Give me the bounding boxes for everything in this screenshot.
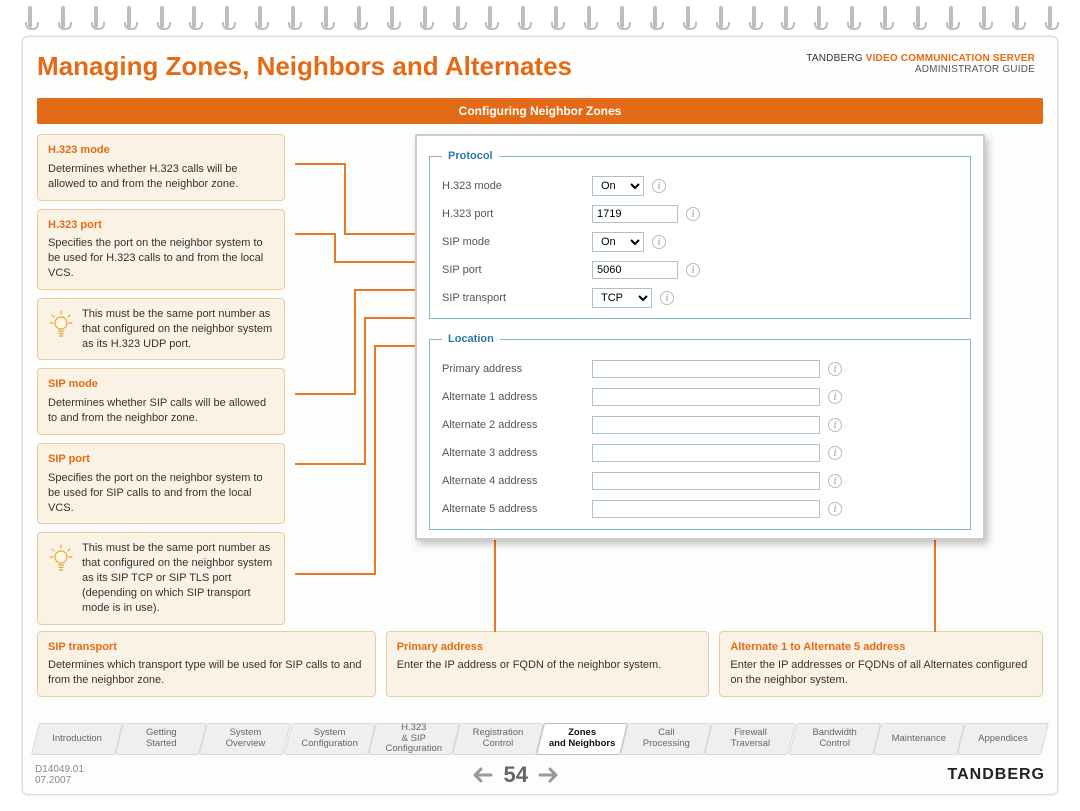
input-primary[interactable]	[592, 360, 820, 378]
info-icon[interactable]: i	[828, 362, 842, 376]
tab-getting-started[interactable]: GettingStarted	[119, 720, 203, 758]
input-sip-port[interactable]	[592, 261, 678, 279]
note-h323-mode: H.323 mode Determines whether H.323 call…	[37, 134, 285, 201]
tip-h323: This must be the same port number as tha…	[37, 298, 285, 361]
input-alt2[interactable]	[592, 416, 820, 434]
label-sip-transport: SIP transport	[442, 292, 592, 304]
select-sip-transport[interactable]: TCP	[592, 288, 652, 308]
label-h323-mode: H.323 mode	[442, 180, 592, 192]
info-icon[interactable]: i	[652, 235, 666, 249]
info-icon[interactable]: i	[828, 446, 842, 460]
fieldset-location: Location Primary address i Alternate 1 a…	[429, 333, 971, 530]
note-alternate-addresses: Alternate 1 to Alternate 5 address Enter…	[719, 631, 1043, 698]
tab-firewall-traversal[interactable]: FirewallTraversal	[708, 720, 792, 758]
legend-location: Location	[442, 333, 500, 345]
select-sip-mode[interactable]: On	[592, 232, 644, 252]
footer-doc-info: D14049.01 07.2007	[35, 764, 84, 786]
label-alt1: Alternate 1 address	[442, 391, 592, 403]
tab-appendices[interactable]: Appendices	[961, 720, 1045, 758]
label-alt3: Alternate 3 address	[442, 447, 592, 459]
label-alt4: Alternate 4 address	[442, 475, 592, 487]
note-primary-address: Primary address Enter the IP address or …	[386, 631, 710, 698]
note-sip-mode: SIP mode Determines whether SIP calls wi…	[37, 368, 285, 435]
fieldset-protocol: Protocol H.323 mode On i H.323 port i SI…	[429, 150, 971, 319]
input-alt1[interactable]	[592, 388, 820, 406]
label-alt5: Alternate 5 address	[442, 503, 592, 515]
select-h323-mode[interactable]: On	[592, 176, 644, 196]
label-primary: Primary address	[442, 363, 592, 375]
legend-protocol: Protocol	[442, 150, 499, 162]
spiral-binding	[28, 6, 1052, 30]
info-icon[interactable]: i	[686, 207, 700, 221]
label-alt2: Alternate 2 address	[442, 419, 592, 431]
input-h323-port[interactable]	[592, 205, 678, 223]
input-alt3[interactable]	[592, 444, 820, 462]
tab-h-323-sip-configuration[interactable]: H.323& SIP Configuration	[372, 720, 456, 758]
tab-system-overview[interactable]: SystemOverview	[203, 720, 287, 758]
label-sip-mode: SIP mode	[442, 236, 592, 248]
tab-system-configuration[interactable]: SystemConfiguration	[288, 720, 372, 758]
tab-call-processing[interactable]: CallProcessing	[624, 720, 708, 758]
next-arrow-icon[interactable]	[538, 766, 560, 784]
label-h323-port: H.323 port	[442, 208, 592, 220]
label-sip-port: SIP port	[442, 264, 592, 276]
input-alt4[interactable]	[592, 472, 820, 490]
prev-arrow-icon[interactable]	[471, 766, 493, 784]
tip-sip: This must be the same port number as tha…	[37, 532, 285, 624]
note-sip-transport: SIP transport Determines which transport…	[37, 631, 376, 698]
section-bar: Configuring Neighbor Zones	[37, 98, 1043, 124]
info-icon[interactable]: i	[828, 474, 842, 488]
tab-maintenance[interactable]: Maintenance	[877, 720, 961, 758]
lightbulb-icon	[48, 543, 74, 573]
info-icon[interactable]: i	[828, 390, 842, 404]
note-h323-port: H.323 port Specifies the port on the nei…	[37, 209, 285, 290]
tab-registration-control[interactable]: RegistrationControl	[456, 720, 540, 758]
tab-introduction[interactable]: Introduction	[35, 720, 119, 758]
info-icon[interactable]: i	[828, 502, 842, 516]
tab-bandwidth-control[interactable]: BandwidthControl	[793, 720, 877, 758]
input-alt5[interactable]	[592, 500, 820, 518]
tab-zones-and-neighbors[interactable]: Zonesand Neighbors	[540, 720, 624, 758]
info-icon[interactable]: i	[652, 179, 666, 193]
info-icon[interactable]: i	[686, 263, 700, 277]
config-panel: Protocol H.323 mode On i H.323 port i SI…	[415, 134, 985, 540]
footer-brand: TANDBERG	[948, 766, 1045, 784]
page-number: 54	[471, 762, 559, 788]
note-sip-port: SIP port Specifies the port on the neigh…	[37, 443, 285, 524]
info-icon[interactable]: i	[828, 418, 842, 432]
lightbulb-icon	[48, 309, 74, 339]
header-brand: TANDBERG VIDEO COMMUNICATION SERVER ADMI…	[806, 53, 1035, 75]
nav-tabs: IntroductionGettingStartedSystemOverview…	[35, 720, 1045, 758]
info-icon[interactable]: i	[660, 291, 674, 305]
